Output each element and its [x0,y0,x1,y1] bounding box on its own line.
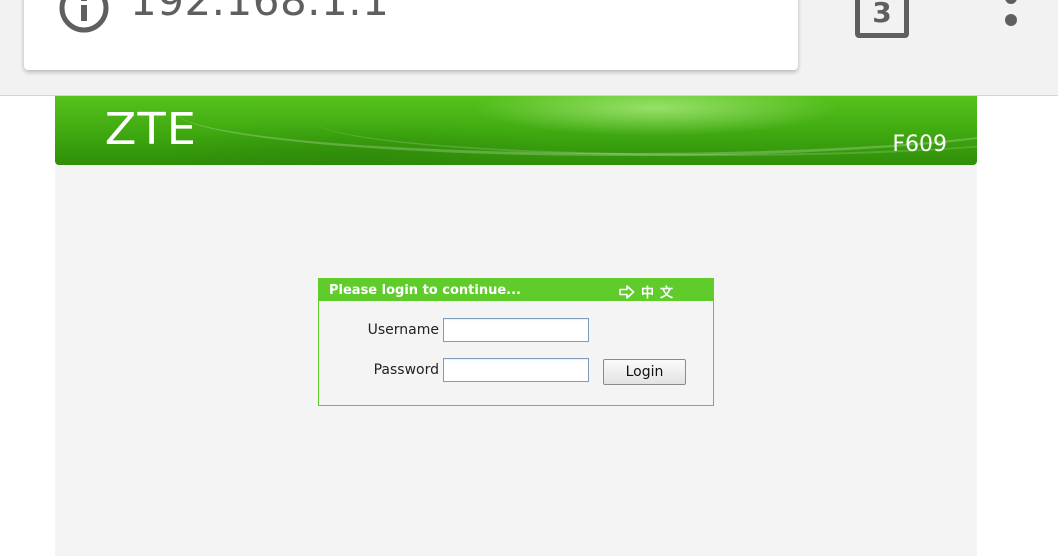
password-input[interactable] [443,358,589,382]
tab-count: 3 [872,0,892,29]
arrow-right-icon [619,284,635,299]
username-input[interactable] [443,318,589,342]
login-panel: Please login to continue... 中文 Username … [318,278,714,406]
language-switch-link[interactable]: 中文 [619,282,679,301]
username-label: Username [367,322,439,338]
header-banner: ZTE F609 [55,96,977,165]
zte-logo: ZTE [104,104,198,155]
router-login-page: ZTE F609 Please login to continue... 中文 … [55,96,977,556]
password-label: Password [373,362,439,378]
device-model: F609 [892,132,947,157]
login-button[interactable]: Login [603,359,686,385]
tab-switcher-button[interactable]: 3 [855,0,909,38]
login-panel-header: Please login to continue... 中文 [319,279,713,301]
browser-toolbar: 192.168.1.1 3 [0,0,1058,96]
kebab-menu-icon[interactable] [998,0,1024,40]
language-label: 中文 [641,286,680,301]
address-url[interactable]: 192.168.1.1 [130,0,389,25]
login-title: Please login to continue... [329,283,521,298]
info-icon[interactable] [58,0,110,34]
